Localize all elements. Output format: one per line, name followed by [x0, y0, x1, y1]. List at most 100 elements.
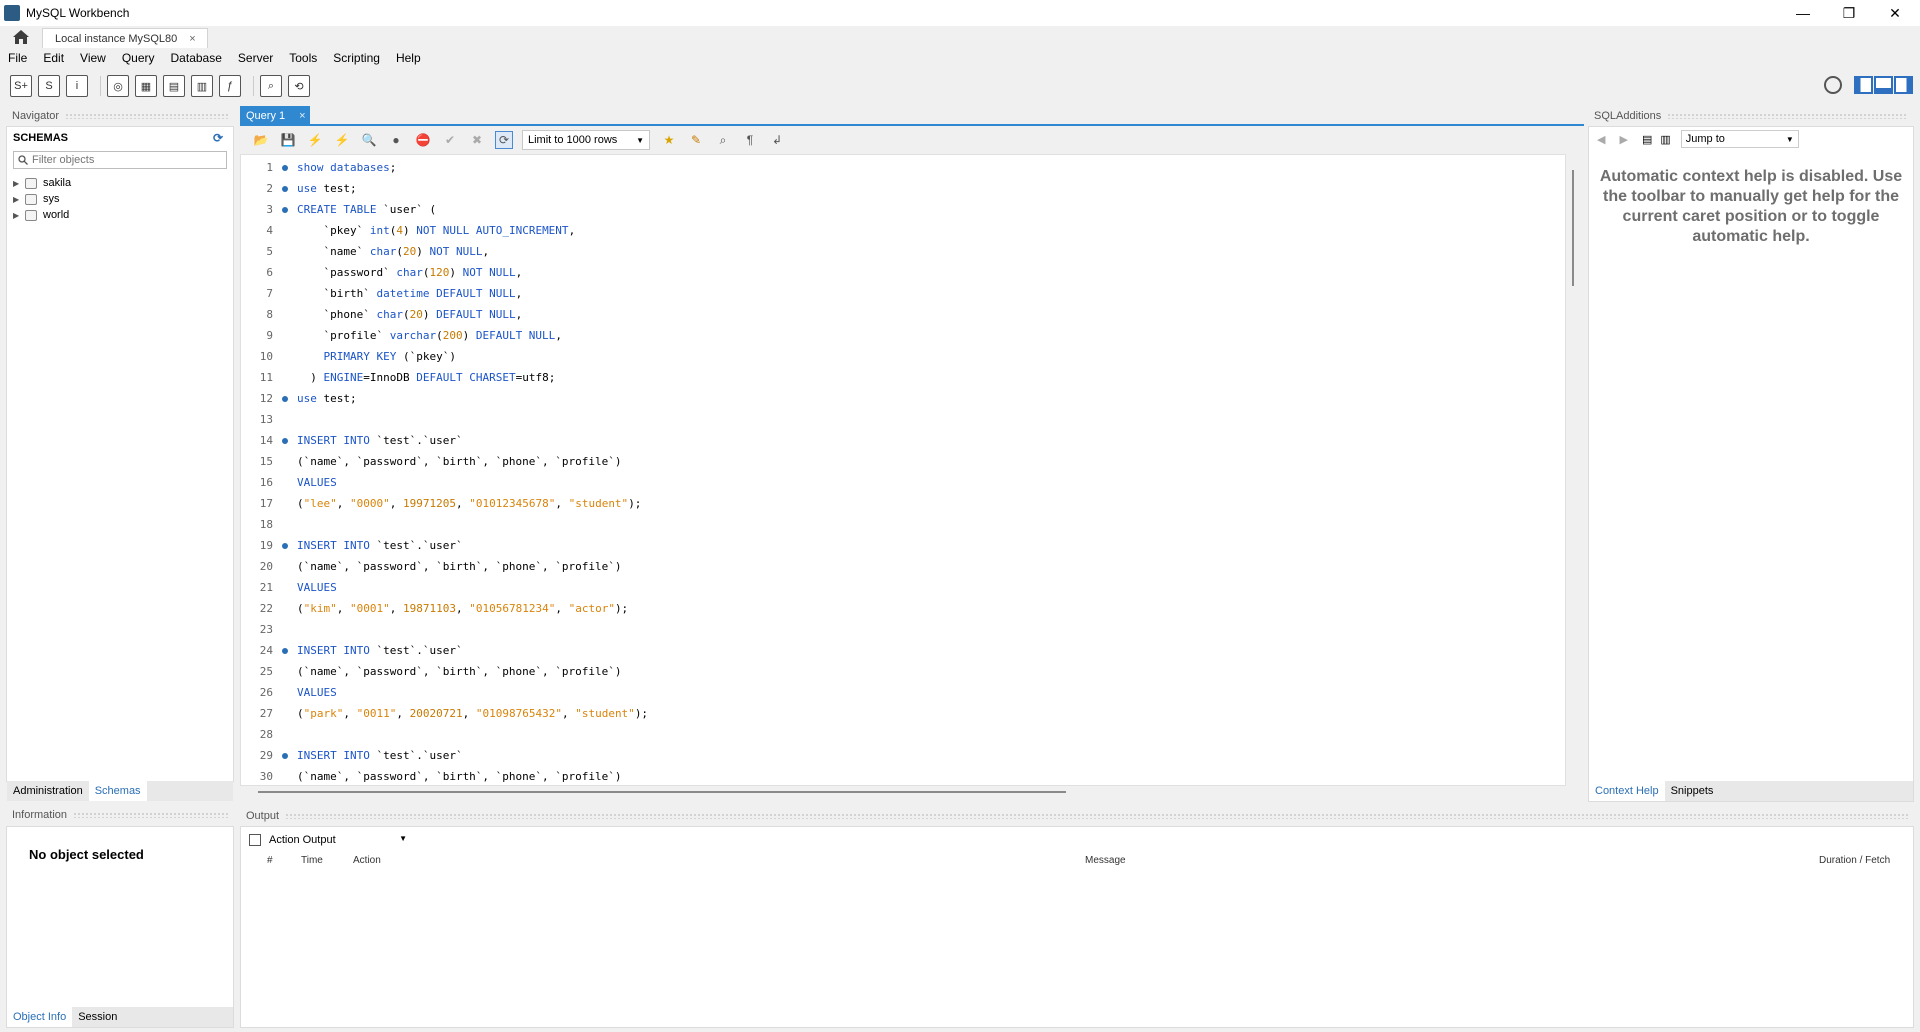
code-line[interactable]: 30 (`name`, `password`, `birth`, `phone`,… — [241, 766, 1531, 785]
gutter[interactable] — [273, 164, 297, 171]
gutter[interactable] — [273, 542, 297, 549]
execute-current-icon[interactable]: ⚡ — [333, 131, 351, 149]
maximize-button[interactable]: ❐ — [1826, 0, 1872, 26]
expand-arrow-icon[interactable]: ▶ — [13, 179, 25, 188]
code-line[interactable]: 7 `birth` datetime DEFAULT NULL, — [241, 283, 1531, 304]
code-line[interactable]: 24 INSERT INTO `test`.`user` — [241, 640, 1531, 661]
tab-administration[interactable]: Administration — [7, 781, 89, 801]
close-window-button[interactable]: ✕ — [1872, 0, 1918, 26]
auto-help-icon[interactable]: ▥ — [1660, 133, 1670, 146]
menu-view[interactable]: View — [72, 51, 114, 65]
code-line[interactable]: 13 — [241, 409, 1531, 430]
column-duration-fetch[interactable]: Duration / Fetch — [1819, 855, 1890, 866]
tab-schemas[interactable]: Schemas — [88, 781, 147, 801]
code-line[interactable]: 22 ("kim", "0001", 19871103, "01056781234… — [241, 598, 1531, 619]
back-icon[interactable]: ◀ — [1597, 133, 1605, 146]
menu-server[interactable]: Server — [230, 51, 281, 65]
tab-context-help[interactable]: Context Help — [1589, 781, 1665, 801]
column-time[interactable]: Time — [301, 855, 323, 866]
code-line[interactable]: 6 `password` char(120) NOT NULL, — [241, 262, 1531, 283]
explain-icon[interactable]: 🔍 — [360, 131, 378, 149]
editor-vertical-scrollbar[interactable] — [1572, 170, 1574, 286]
menu-tools[interactable]: Tools — [281, 51, 325, 65]
stop-on-error-icon[interactable]: ⛔ — [414, 131, 432, 149]
inspector-icon[interactable]: i — [66, 75, 88, 97]
schema-world[interactable]: ▶ world — [7, 207, 233, 223]
invisible-chars-icon[interactable]: ¶ — [741, 131, 759, 149]
code-line[interactable]: 15 (`name`, `password`, `birth`, `phone`,… — [241, 451, 1531, 472]
code-line[interactable]: 29 INSERT INTO `test`.`user` — [241, 745, 1531, 766]
create-view-icon[interactable]: ▤ — [163, 75, 185, 97]
schema-sakila[interactable]: ▶ sakila — [7, 175, 233, 191]
code-line[interactable]: 1 show databases; — [241, 157, 1531, 178]
layout-toggle-icons[interactable] — [1854, 76, 1914, 94]
limit-rows-select[interactable]: Limit to 1000 rows ▼ — [522, 130, 650, 150]
home-button[interactable] — [8, 27, 34, 47]
code-line[interactable]: 8 `phone` char(20) DEFAULT NULL, — [241, 304, 1531, 325]
open-file-icon[interactable]: 📂 — [252, 131, 270, 149]
code-line[interactable]: 5 `name` char(20) NOT NULL, — [241, 241, 1531, 262]
column-action[interactable]: Action — [353, 855, 381, 866]
refresh-schemas-icon[interactable]: ⟳ — [213, 131, 223, 145]
sql-editor[interactable]: 1 show databases; 2 use test; 3 CREATE TABLE … — [240, 154, 1566, 786]
code-line[interactable]: 17 ("lee", "0000", 19971205, "01012345678… — [241, 493, 1531, 514]
code-line[interactable]: 27 ("park", "0011", 20020721, "0109876543… — [241, 703, 1531, 724]
close-tab-icon[interactable]: × — [189, 33, 195, 45]
menu-file[interactable]: File — [0, 51, 35, 65]
code-line[interactable]: 16 VALUES — [241, 472, 1531, 493]
toggle-sidebar-icon[interactable] — [1854, 76, 1873, 94]
code-line[interactable]: 25 (`name`, `password`, `birth`, `phone`,… — [241, 661, 1531, 682]
code-line[interactable]: 12 use test; — [241, 388, 1531, 409]
stop-icon[interactable]: ● — [387, 131, 405, 149]
reconnect-icon[interactable]: ⟲ — [288, 75, 310, 97]
wrap-lines-icon[interactable]: ↲ — [768, 131, 786, 149]
new-sql-tab-icon[interactable]: S+ — [10, 75, 32, 97]
code-line[interactable]: 2 use test; — [241, 178, 1531, 199]
expand-arrow-icon[interactable]: ▶ — [13, 195, 25, 204]
code-line[interactable]: 19 INSERT INTO `test`.`user` — [241, 535, 1531, 556]
close-query-tab-icon[interactable]: × — [299, 110, 305, 122]
column-message[interactable]: Message — [1085, 855, 1126, 866]
forward-icon[interactable]: ▶ — [1619, 133, 1627, 146]
gutter[interactable] — [273, 752, 297, 759]
search-table-data-icon[interactable]: ⌕ — [260, 75, 282, 97]
menu-scripting[interactable]: Scripting — [325, 51, 388, 65]
menu-query[interactable]: Query — [114, 51, 163, 65]
code-line[interactable]: 20 (`name`, `password`, `birth`, `phone`,… — [241, 556, 1531, 577]
create-procedure-icon[interactable]: ▥ — [191, 75, 213, 97]
menu-edit[interactable]: Edit — [35, 51, 72, 65]
tab-object-info[interactable]: Object Info — [7, 1007, 73, 1027]
code-line[interactable]: 9 `profile` varchar(200) DEFAULT NULL, — [241, 325, 1531, 346]
code-line[interactable]: 26 VALUES — [241, 682, 1531, 703]
editor-horizontal-scrollbar[interactable] — [258, 791, 1066, 793]
rollback-icon[interactable]: ✖ — [468, 131, 486, 149]
tab-query-1[interactable]: Query 1 × — [240, 106, 310, 125]
save-icon[interactable]: 💾 — [279, 131, 297, 149]
commit-icon[interactable]: ✔ — [441, 131, 459, 149]
add-snippet-icon[interactable]: ★ — [660, 131, 678, 149]
create-table-icon[interactable]: ▦ — [135, 75, 157, 97]
copy-icon[interactable] — [249, 834, 261, 846]
find-icon[interactable]: ⌕ — [714, 131, 732, 149]
code-line[interactable]: 18 — [241, 514, 1531, 535]
toggle-sqladditions-icon[interactable] — [1894, 76, 1913, 94]
manual-help-icon[interactable]: ▤ — [1642, 133, 1652, 146]
column-number[interactable]: # — [267, 855, 273, 866]
expand-arrow-icon[interactable]: ▶ — [13, 211, 25, 220]
open-sql-script-icon[interactable]: S — [38, 75, 60, 97]
code-line[interactable]: 23 — [241, 619, 1531, 640]
code-line[interactable]: 28 — [241, 724, 1531, 745]
filter-objects-input[interactable] — [32, 154, 222, 166]
code-line[interactable]: 14 INSERT INTO `test`.`user` — [241, 430, 1531, 451]
output-type-select[interactable]: Action Output ▼ — [249, 831, 411, 849]
code-line[interactable]: 21 VALUES — [241, 577, 1531, 598]
toggle-output-icon[interactable] — [1874, 76, 1893, 94]
menu-help[interactable]: Help — [388, 51, 429, 65]
filter-objects-field[interactable] — [13, 151, 227, 169]
connection-tab[interactable]: Local instance MySQL80 × — [42, 28, 208, 48]
jump-to-select[interactable]: Jump to ▼ — [1680, 130, 1799, 148]
beautify-icon[interactable]: ✎ — [687, 131, 705, 149]
create-schema-icon[interactable]: ◎ — [107, 75, 129, 97]
create-function-icon[interactable]: ƒ — [219, 75, 241, 97]
execute-icon[interactable]: ⚡ — [306, 131, 324, 149]
